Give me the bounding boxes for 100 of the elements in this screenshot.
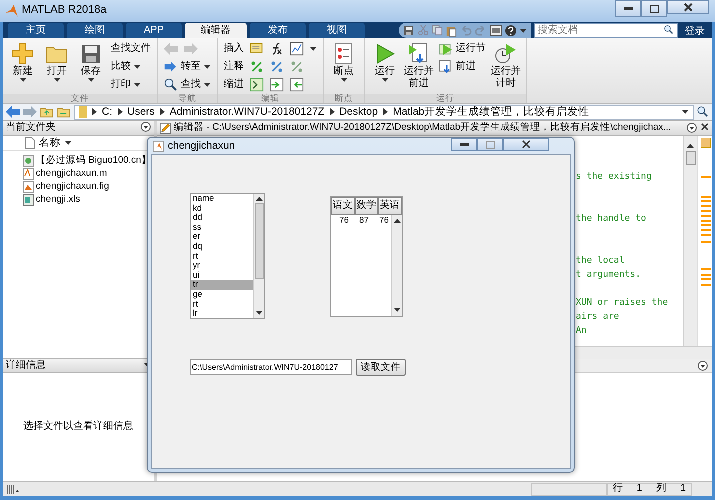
list-item[interactable]: yr <box>191 261 253 271</box>
clipboard-icon[interactable] <box>446 24 457 36</box>
search-icon[interactable] <box>697 106 709 118</box>
ribbon-button[interactable]: 运行节 <box>437 40 488 57</box>
search-icon <box>664 25 674 35</box>
menu-label: 注释 <box>224 60 244 72</box>
window-layout-icon[interactable] <box>490 25 502 36</box>
restore-icon <box>650 4 658 12</box>
folder-browse-icon[interactable] <box>57 106 71 118</box>
indent-icon[interactable] <box>250 78 264 92</box>
ribbon-tab[interactable]: 视图 <box>309 23 365 38</box>
ribbon-button[interactable]: 查找文件 <box>109 40 153 57</box>
ribbon-button[interactable]: 比较 <box>109 58 153 75</box>
scrollbar[interactable] <box>253 194 264 318</box>
list-item[interactable]: ss <box>191 222 253 232</box>
file-item[interactable]: chengjichaxun.m <box>23 167 108 180</box>
close-button[interactable] <box>667 0 709 14</box>
ribbon-button[interactable]: 运行并计时 <box>490 40 522 94</box>
minimize-button[interactable] <box>451 138 477 151</box>
ribbon-button[interactable]: 运行并前进 <box>403 40 435 94</box>
code-line: the handle to <box>576 213 648 226</box>
column-header[interactable]: 名称 <box>23 136 74 150</box>
minimize-button[interactable] <box>615 0 641 17</box>
file-item[interactable]: chengji.xls <box>23 193 80 206</box>
copy-icon[interactable] <box>432 25 443 36</box>
caret-icon <box>204 82 211 86</box>
ribbon-button[interactable]: 前进 <box>437 58 488 75</box>
list-item[interactable]: rt <box>191 300 253 310</box>
ribbon-button[interactable]: 新建 <box>7 40 39 94</box>
login-link[interactable]: 登录 <box>678 26 712 38</box>
caret-icon <box>310 46 317 50</box>
code-line: s the existing <box>576 171 653 184</box>
list-item[interactable]: tr <box>191 280 253 290</box>
percent-icon[interactable] <box>250 60 264 74</box>
maximize-button[interactable] <box>641 0 667 17</box>
list-item[interactable]: er <box>191 232 253 242</box>
ribbon-tab[interactable]: APP <box>126 23 182 38</box>
ribbon-button[interactable]: 查找 <box>162 76 213 93</box>
list-item[interactable]: dq <box>191 242 253 252</box>
code-line: the local <box>576 255 626 268</box>
caret-icon <box>382 78 388 82</box>
list-item[interactable]: dd <box>191 213 253 223</box>
column-header[interactable]: 英语 <box>378 197 402 215</box>
ribbon-button[interactable]: 运行 <box>369 40 401 94</box>
ribbon-button[interactable]: 打开 <box>41 40 73 94</box>
chart-icon[interactable] <box>290 42 304 56</box>
path-segment[interactable]: C: <box>102 106 112 118</box>
outdent-icon[interactable] <box>290 78 304 92</box>
scrollbar[interactable] <box>683 136 697 346</box>
minimize-icon <box>624 7 632 10</box>
path-input-field[interactable]: C:\Users\Administrator.WIN7U-20180127 <box>190 359 352 375</box>
list-item[interactable]: lr <box>191 309 253 318</box>
folder-up-icon[interactable] <box>40 106 54 118</box>
file-item[interactable]: chengjichaxun.fig <box>23 180 110 193</box>
column-header[interactable]: 语文 <box>331 197 355 215</box>
ribbon-tab[interactable]: 编辑器 <box>185 23 247 38</box>
address-field[interactable]: C: Users Administrator.WIN7U-20180127Z Desktop Matlab开发学生成绩管理，比较有启发性 <box>74 104 694 120</box>
panel-menu-icon[interactable] <box>687 123 697 133</box>
separator-arrow-icon <box>330 108 335 116</box>
list-item[interactable]: ge <box>191 290 253 300</box>
panel-menu-icon[interactable] <box>698 360 708 370</box>
path-segment[interactable]: Administrator.WIN7U-20180127Z <box>170 106 325 118</box>
ribbon-button[interactable]: 断点 <box>328 40 360 94</box>
ribbon-button[interactable]: 转至 <box>162 58 213 75</box>
panel-menu-icon[interactable] <box>141 122 151 132</box>
read-file-button[interactable]: 读取文件 <box>356 359 406 376</box>
separator-arrow-icon <box>92 108 97 116</box>
path-segment[interactable]: Matlab开发学生成绩管理，比较有启发性 <box>393 106 590 118</box>
ribbon-button[interactable]: 打印 <box>109 76 153 93</box>
search-field[interactable]: 搜索文档 <box>534 23 678 38</box>
close-button[interactable] <box>503 138 549 151</box>
back-arrow-icon[interactable] <box>6 106 20 118</box>
help-icon[interactable] <box>505 24 517 36</box>
figure-file-icon <box>23 180 34 192</box>
spreadsheet-file-icon <box>23 194 34 206</box>
editor-title: 编辑器 - C:\Users\Administrator.WIN7U-20180127Z\Desktop\Matlab开发学生成绩管理，比较有启发性\chengjichax... <box>174 122 672 134</box>
ribbon-tab[interactable]: 绘图 <box>67 23 123 38</box>
path-segment[interactable]: Desktop <box>340 106 378 118</box>
indent-icon[interactable] <box>270 78 284 92</box>
list-box[interactable]: name kd dd ss er dq rt yr ui tr ge rt lr <box>190 193 265 319</box>
list-item[interactable]: kd <box>191 204 253 214</box>
separator-arrow-icon <box>383 108 388 116</box>
path-segment[interactable]: Users <box>128 106 155 118</box>
list-item[interactable]: ui <box>191 270 253 280</box>
ribbon-button[interactable]: 保存 <box>75 40 107 94</box>
scroll-thumb[interactable] <box>686 151 696 165</box>
scrollbar[interactable] <box>575 346 712 359</box>
list-item[interactable]: name <box>191 194 253 204</box>
close-icon[interactable] <box>701 123 709 131</box>
ribbon-tab[interactable]: 主页 <box>8 23 64 38</box>
ribbon-tab[interactable]: 发布 <box>250 23 306 38</box>
stopwatch-play-icon <box>494 42 518 66</box>
scroll-up-icon <box>687 144 694 148</box>
column-header[interactable]: 数学 <box>354 197 378 215</box>
window-title: chengjichaxun <box>168 140 236 152</box>
list-item[interactable]: rt <box>191 252 253 262</box>
note-icon[interactable] <box>250 42 264 56</box>
scrollbar[interactable] <box>391 215 402 316</box>
arrow-icon <box>164 60 178 74</box>
table-cell-text: 76 <box>338 215 350 226</box>
